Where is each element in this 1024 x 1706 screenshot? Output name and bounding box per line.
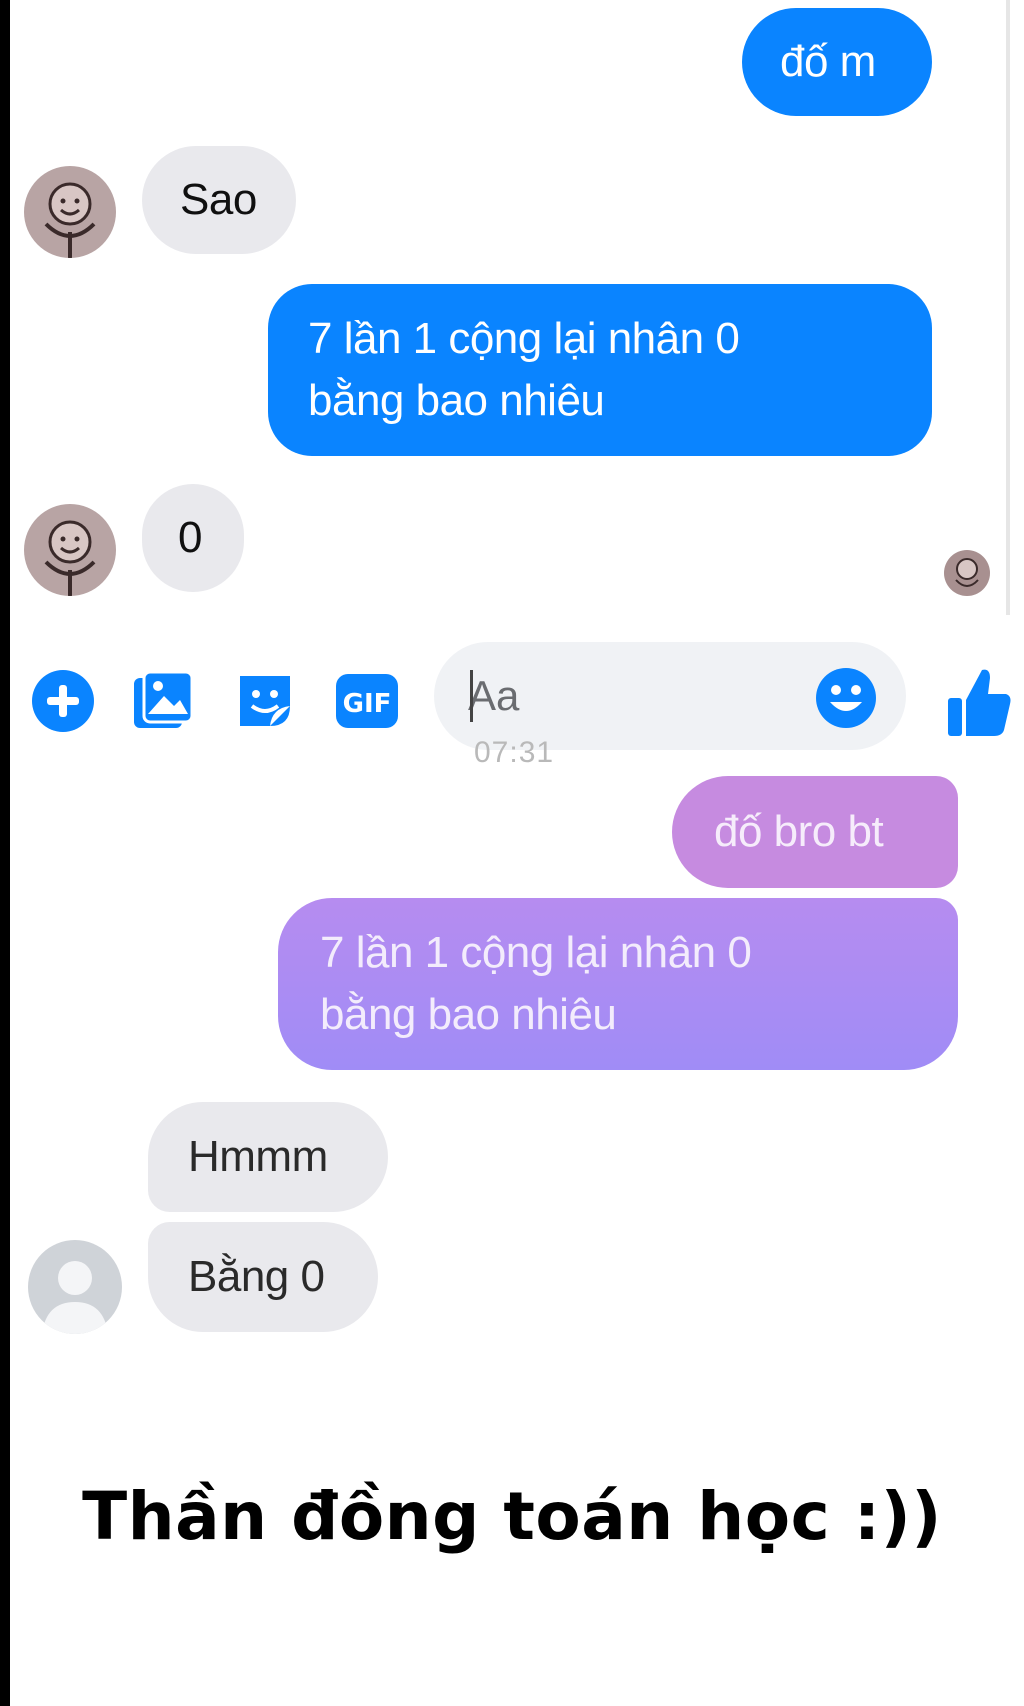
plus-icon[interactable] [30,668,96,734]
message-text-line: 7 lần 1 cộng lại nhân 0 [308,314,740,363]
sticker-icon[interactable] [232,668,298,734]
message-text-line: bằng bao nhiêu [320,990,617,1039]
message-bubble-sent[interactable]: đố bro bt [672,776,958,888]
avatar[interactable] [24,166,116,258]
message-bubble-sent[interactable]: đố m [742,8,932,116]
message-text: Bằng 0 [188,1252,325,1301]
gif-label: GIF [343,689,392,719]
emoji-icon[interactable] [814,666,878,730]
message-text-line: 7 lần 1 cộng lại nhân 0 [320,928,752,977]
seen-avatar [944,550,990,596]
message-text: đố m [780,37,876,86]
default-avatar[interactable] [28,1240,122,1334]
message-bubble-received[interactable]: Hmmm [148,1102,388,1212]
message-text: đố bro bt [714,807,884,856]
avatar[interactable] [24,504,116,596]
message-text-line: bằng bao nhiêu [308,376,605,425]
message-text: 0 [178,513,202,562]
text-caret [470,670,473,722]
message-bubble-received[interactable]: 0 [142,484,244,592]
photo-icon[interactable] [130,668,196,734]
message-bubble-received[interactable]: Bằng 0 [148,1222,378,1332]
like-icon[interactable] [948,664,1012,738]
left-border [0,0,10,1706]
caption-text: Thần đồng toán học :)) [82,1478,942,1555]
message-bubble-sent[interactable]: 7 lần 1 cộng lại nhân 0 bằng bao nhiêu [268,284,932,456]
message-bubble-received[interactable]: Sao [142,146,296,254]
gif-icon[interactable]: GIF [334,668,400,734]
scrollbar[interactable] [1006,0,1010,615]
message-input[interactable] [468,664,808,728]
message-composer[interactable] [434,642,906,750]
message-text: Hmmm [188,1132,328,1181]
message-timestamp: 07:31 [474,736,555,769]
message-bubble-sent[interactable]: 7 lần 1 cộng lại nhân 0 bằng bao nhiêu [278,898,958,1070]
message-text: Sao [180,175,257,224]
